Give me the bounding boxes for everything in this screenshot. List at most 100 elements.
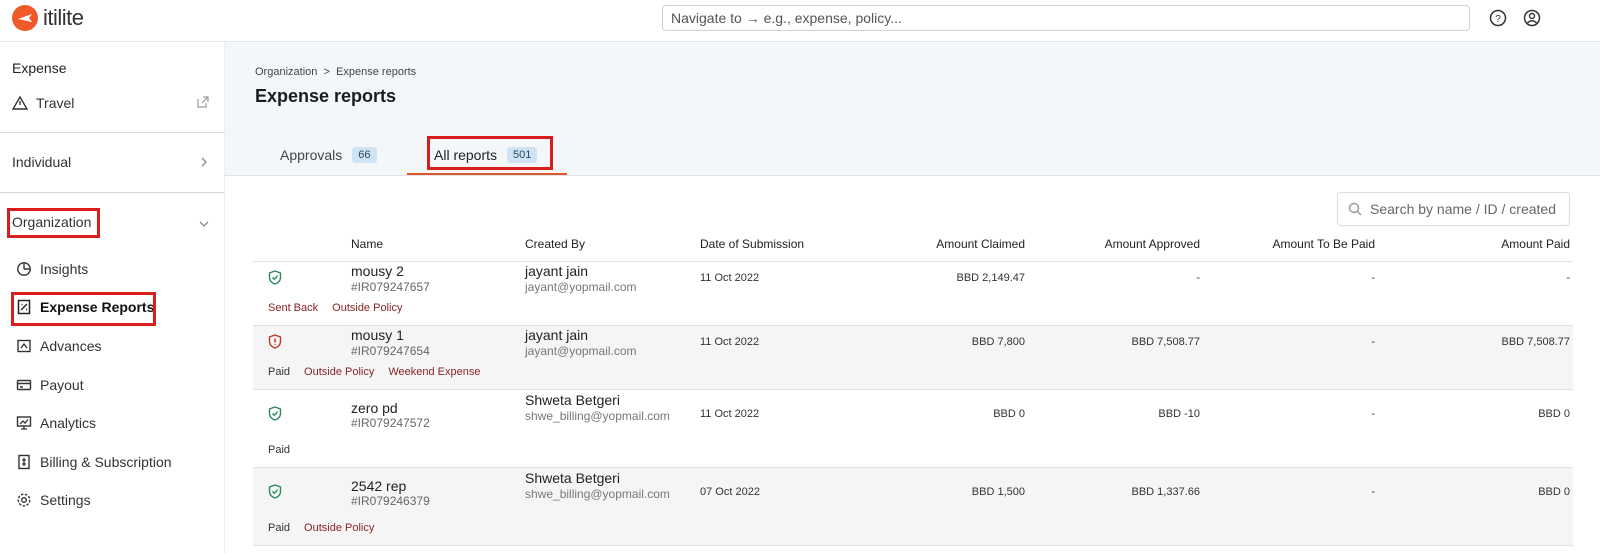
amount-to-be-paid: - [1371, 408, 1375, 420]
gear-icon [17, 493, 31, 507]
sidebar-item-settings[interactable]: Settings [16, 492, 91, 508]
chevron-right-icon[interactable] [198, 156, 210, 168]
highlight-expense-reports [11, 292, 156, 326]
highlight-all-reports [427, 136, 553, 170]
report-id: #IR079247657 [351, 280, 430, 294]
policy-shield-icon [268, 334, 282, 349]
warning-triangle-icon [12, 95, 28, 110]
sidebar-item-analytics[interactable]: Analytics [16, 415, 96, 431]
tab-approvals[interactable]: Approvals 66 [280, 147, 377, 163]
sidebar-item-travel[interactable]: Travel [12, 95, 74, 111]
creator-email: shwe_billing@yopmail.com [525, 487, 670, 501]
itilite-logo[interactable]: itilite [12, 5, 84, 31]
plane-logo-icon [12, 5, 38, 31]
pie-chart-icon [17, 262, 31, 276]
column-header-amount-paid[interactable]: Amount Paid [1425, 237, 1570, 251]
report-name[interactable]: 2542 rep [351, 478, 406, 494]
sidebar: Expense Travel Individual Organization I… [0, 42, 225, 553]
report-tags: Sent Back Outside Policy [268, 302, 416, 314]
creator-name: jayant jain [525, 263, 589, 279]
table-row[interactable]: 2542 rep #IR079246379 Shweta Betgeri shw… [253, 468, 1573, 546]
navigate-search-input[interactable] [662, 5, 1470, 31]
creator-name: Shweta Betgeri [525, 392, 620, 408]
table-row[interactable]: zero pd #IR079247572 Shweta Betgeri shwe… [253, 390, 1573, 468]
sidebar-divider [0, 192, 225, 193]
sidebar-item-payout[interactable]: Payout [16, 377, 84, 393]
sidebar-item-advances[interactable]: Advances [16, 338, 101, 354]
sidebar-item-label: Settings [40, 492, 91, 508]
amount-approved: BBD 1,337.66 [1131, 486, 1201, 498]
submission-date: 11 Oct 2022 [700, 272, 760, 284]
report-tags: Paid [268, 444, 304, 456]
reports-search-box[interactable] [1337, 192, 1570, 226]
amount-paid: BBD 7,508.77 [1501, 336, 1571, 348]
table-row[interactable]: mousy 2 #IR079247657 jayant jain jayant@… [253, 262, 1573, 326]
chevron-down-icon[interactable] [198, 218, 210, 230]
sidebar-item-label: Payout [40, 377, 84, 393]
main-content: Organization > Expense reports Expense r… [225, 42, 1600, 553]
active-tab-underline [407, 173, 567, 175]
help-icon[interactable]: ? [1489, 9, 1507, 27]
submission-date: 07 Oct 2022 [700, 486, 760, 498]
amount-claimed: BBD 0 [993, 408, 1025, 420]
amount-to-be-paid: - [1371, 486, 1375, 498]
report-name[interactable]: mousy 1 [351, 327, 404, 343]
tag-label: Weekend Expense [388, 366, 481, 378]
column-header-amount-to-be-paid[interactable]: Amount To Be Paid [1225, 237, 1375, 251]
amount-claimed: BBD 1,500 [971, 486, 1025, 498]
sidebar-item-label: Advances [40, 338, 102, 354]
amount-claimed: BBD 2,149.47 [956, 272, 1026, 284]
sidebar-item-insights[interactable]: Insights [16, 261, 88, 277]
amount-to-be-paid: - [1371, 336, 1375, 348]
amount-to-be-paid: - [1371, 272, 1375, 284]
tabs-bar: Approvals 66 All reports 501 [225, 122, 1600, 176]
page-title: Expense reports [255, 86, 397, 106]
user-profile-icon[interactable] [1523, 9, 1541, 27]
status-label: Paid [268, 366, 291, 378]
sidebar-item-label: Individual [12, 154, 72, 170]
bill-icon [18, 454, 30, 470]
tag-label: Outside Policy [304, 366, 375, 378]
amount-approved: BBD 7,508.77 [1131, 336, 1201, 348]
highlight-organization [7, 208, 100, 238]
column-header-name[interactable]: Name [351, 237, 383, 251]
status-label: Sent Back [268, 302, 319, 314]
report-name[interactable]: mousy 2 [351, 263, 404, 279]
report-name[interactable]: zero pd [351, 400, 398, 416]
amount-paid: BBD 0 [1538, 408, 1570, 420]
column-header-amount-approved[interactable]: Amount Approved [1055, 237, 1200, 251]
sidebar-item-individual[interactable]: Individual [12, 154, 71, 170]
report-id: #IR079247572 [351, 416, 430, 430]
external-link-icon[interactable] [196, 95, 210, 109]
table-row[interactable]: mousy 1 #IR079247654 jayant jain jayant@… [253, 326, 1573, 390]
creator-email: jayant@yopmail.com [525, 344, 637, 358]
policy-shield-icon [268, 406, 282, 421]
creator-email: shwe_billing@yopmail.com [525, 409, 670, 423]
sidebar-divider [0, 132, 225, 133]
tab-count-badge: 66 [352, 147, 377, 163]
svg-text:?: ? [1495, 14, 1501, 25]
creator-name: Shweta Betgeri [525, 470, 620, 486]
card-icon [16, 379, 32, 391]
breadcrumb-root[interactable]: Organization [255, 66, 317, 78]
column-header-created-by[interactable]: Created By [525, 237, 585, 251]
column-header-date[interactable]: Date of Submission [700, 237, 804, 251]
breadcrumb-current: Expense reports [336, 66, 417, 78]
column-header-amount-claimed[interactable]: Amount Claimed [905, 237, 1025, 251]
amount-claimed: BBD 7,800 [971, 336, 1025, 348]
reports-search-input[interactable] [1370, 201, 1560, 217]
amount-approved: - [1196, 272, 1200, 284]
sidebar-item-label: Analytics [40, 415, 97, 431]
reports-table: Name Created By Date of Submission Amoun… [225, 176, 1600, 553]
creator-email: jayant@yopmail.com [525, 280, 637, 294]
status-label: Paid [268, 444, 291, 456]
amount-paid: BBD 0 [1538, 486, 1570, 498]
creator-name: jayant jain [525, 327, 589, 343]
breadcrumb-separator: > [323, 66, 330, 78]
brand-name: itilite [43, 5, 84, 30]
sidebar-item-billing[interactable]: Billing & Subscription [16, 454, 172, 470]
policy-shield-icon [268, 484, 282, 499]
amount-paid: - [1566, 272, 1570, 284]
report-tags: Paid Outside Policy [268, 522, 388, 534]
sidebar-title: Expense [12, 60, 67, 76]
